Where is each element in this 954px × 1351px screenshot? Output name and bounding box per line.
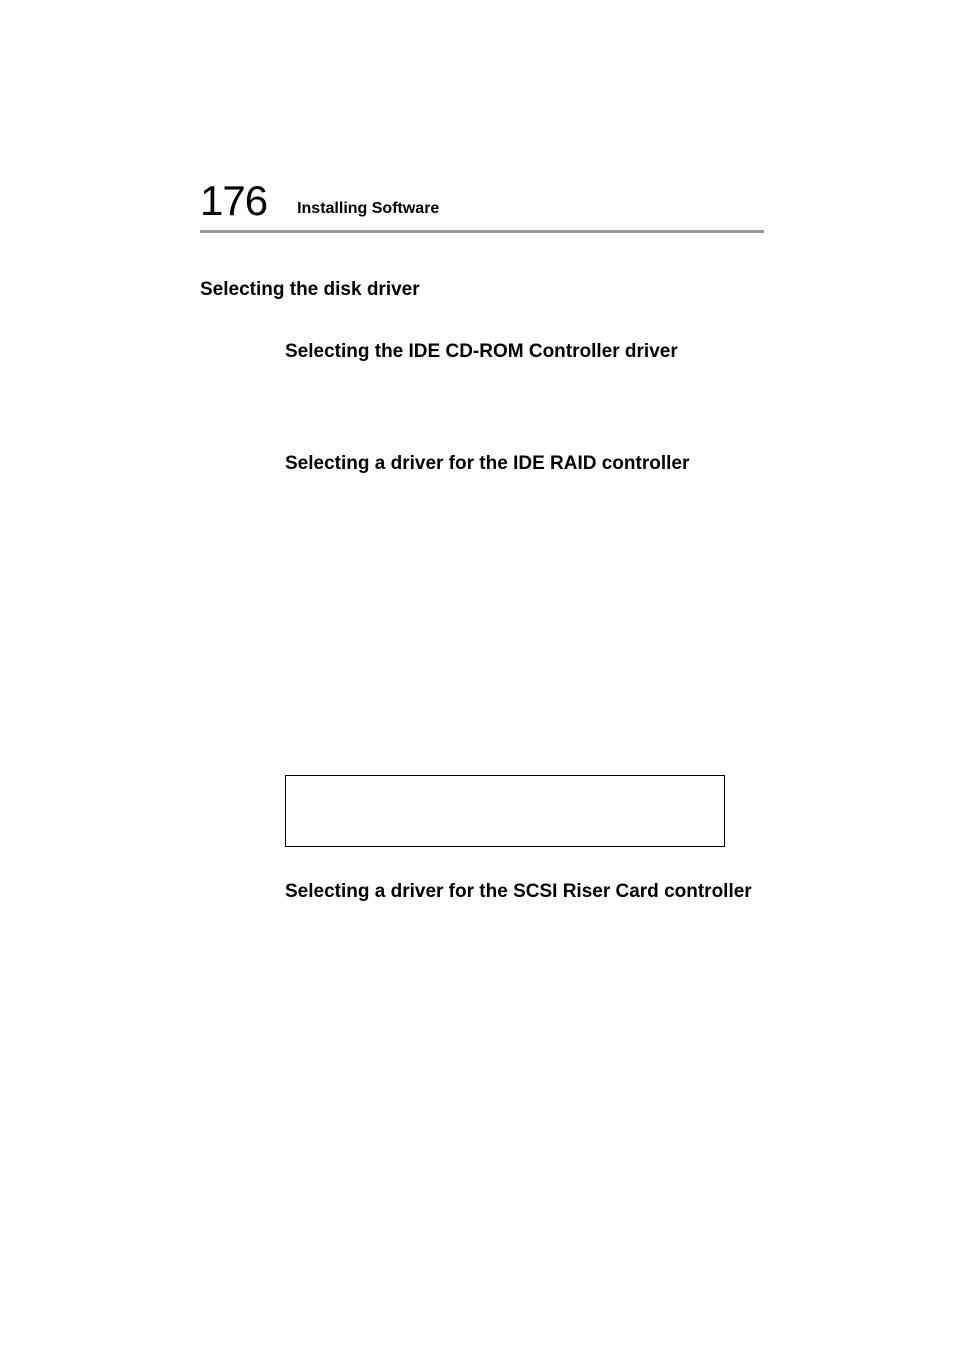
section-heading-disk-driver: Selecting the disk driver [200,279,764,301]
subsection-heading-scsi-riser: Selecting a driver for the SCSI Riser Ca… [285,881,764,903]
page-container: 176 Installing Software Selecting the di… [0,0,954,903]
page-header: 176 Installing Software [200,180,764,233]
running-header: Installing Software [297,200,439,222]
note-box [285,775,725,847]
subsection-heading-cdrom: Selecting the IDE CD-ROM Controller driv… [285,341,764,363]
page-number: 176 [200,180,267,222]
subsection-heading-ide-raid: Selecting a driver for the IDE RAID cont… [285,453,764,475]
